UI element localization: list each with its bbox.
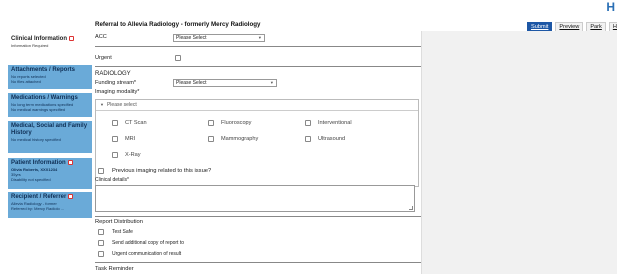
xray-label: X-Ray xyxy=(125,152,141,158)
sidebar-item-medical-history[interactable]: Medical, Social and Family History No me… xyxy=(8,121,92,153)
sidebar-item-sub: No files attached xyxy=(11,79,41,84)
sidebar-item-sub: No medical history specified xyxy=(11,137,61,142)
sidebar-item-label: Medications / Warnings xyxy=(11,95,78,101)
acc-label: ACC xyxy=(95,34,107,40)
status-icon xyxy=(68,194,74,199)
interventional-label: Interventional xyxy=(318,120,352,126)
modality-placeholder: Please select xyxy=(106,102,137,108)
previous-imaging-label: Previous imaging related to this issue? xyxy=(112,168,212,174)
sidebar-item-recipient-referrer[interactable]: Recipient / Referrer Allevia Radiology -… xyxy=(8,192,92,218)
required-icon xyxy=(69,36,75,41)
fluoroscopy-checkbox[interactable] xyxy=(208,120,214,126)
sidebar-item-patient-information[interactable]: Patient Information Olivia Roberts, XXX1… xyxy=(8,158,92,189)
sidebar-item-label: Attachments / Reports xyxy=(11,67,76,73)
imaging-label: Imaging modality* xyxy=(95,89,140,95)
divider xyxy=(95,46,421,47)
modality-dropdown[interactable]: ▼ Please select xyxy=(96,100,418,111)
sidebar-item-label: Clinical Information xyxy=(11,36,68,42)
chevron-down-icon: ▾ xyxy=(258,35,261,40)
sidebar-item-label: Patient Information xyxy=(11,160,66,166)
caret-down-icon: ▼ xyxy=(100,102,104,107)
sidebar-item-clinical-information[interactable]: Clinical Information Information Require… xyxy=(8,34,92,56)
clinical-details-label: Clinical details* xyxy=(95,177,129,183)
funding-select-value: Please Select xyxy=(176,80,207,86)
sidebar-item-sub: Referred by: Mercy Radiolo ... xyxy=(11,206,65,211)
fluoroscopy-label: Fluoroscopy xyxy=(221,120,252,126)
sidebar-item-sub: Disability not specified xyxy=(11,177,51,182)
status-icon xyxy=(67,160,73,165)
xray-checkbox[interactable] xyxy=(112,152,118,158)
acc-select-value: Please Select xyxy=(176,35,207,41)
chevron-down-icon: ▾ xyxy=(270,80,273,85)
clinical-details-textarea[interactable] xyxy=(95,185,415,212)
divider xyxy=(95,66,421,67)
section-sidebar: Clinical Information Information Require… xyxy=(0,31,92,274)
urgent-communication-checkbox[interactable] xyxy=(98,251,104,257)
send-copy-checkbox[interactable] xyxy=(98,240,104,246)
divider xyxy=(95,262,421,263)
interventional-checkbox[interactable] xyxy=(305,120,311,126)
mri-checkbox[interactable] xyxy=(112,136,118,142)
divider xyxy=(95,216,421,217)
brand-logo: H xyxy=(606,0,615,14)
sidebar-item-label: Medical, Social and Family History xyxy=(11,123,88,136)
send-copy-label: Send additional copy of report to xyxy=(112,240,184,246)
funding-select[interactable]: Please Select ▾ xyxy=(173,79,277,87)
mammography-checkbox[interactable] xyxy=(208,136,214,142)
sidebar-item-sub: No medical warnings specified xyxy=(11,107,66,112)
report-distribution-heading: Report Distribution xyxy=(95,219,144,225)
ct-scan-checkbox[interactable] xyxy=(112,120,118,126)
sidebar-item-label: Recipient / Referrer xyxy=(11,194,67,200)
test-safe-label: Test Safe xyxy=(112,229,133,235)
ultrasound-label: Ultrasound xyxy=(318,136,346,142)
mri-label: MRI xyxy=(125,136,136,142)
task-reminder-heading: Task Reminder xyxy=(95,266,134,272)
sidebar-item-attachments-reports[interactable]: Attachments / Reports No reports selecte… xyxy=(8,65,92,89)
urgent-label: Urgent xyxy=(95,55,112,61)
mammography-label: Mammography xyxy=(221,136,259,142)
test-safe-checkbox[interactable] xyxy=(98,229,104,235)
resize-handle-icon[interactable] xyxy=(409,206,413,210)
referral-form: ACC Please Select ▾ Urgent RADIOLOGY Fund… xyxy=(95,31,421,274)
ultrasound-checkbox[interactable] xyxy=(305,136,311,142)
ct-scan-label: CT Scan xyxy=(125,120,147,126)
previous-imaging-checkbox[interactable] xyxy=(98,168,104,174)
urgent-checkbox[interactable] xyxy=(175,55,181,61)
right-blank-pane xyxy=(421,31,617,274)
sidebar-item-sub: Information Required xyxy=(11,43,49,48)
header-bar: H Referral to Allevia Radiology - former… xyxy=(0,0,617,32)
acc-select[interactable]: Please Select ▾ xyxy=(173,34,265,42)
sidebar-item-medications-warnings[interactable]: Medications / Warnings No long term medi… xyxy=(8,93,92,117)
radiology-heading: RADIOLOGY xyxy=(95,71,131,77)
urgent-communication-label: Urgent communication of result xyxy=(112,251,182,257)
page-title: Referral to Allevia Radiology - formerly… xyxy=(95,21,261,28)
funding-label: Funding stream* xyxy=(95,80,137,86)
